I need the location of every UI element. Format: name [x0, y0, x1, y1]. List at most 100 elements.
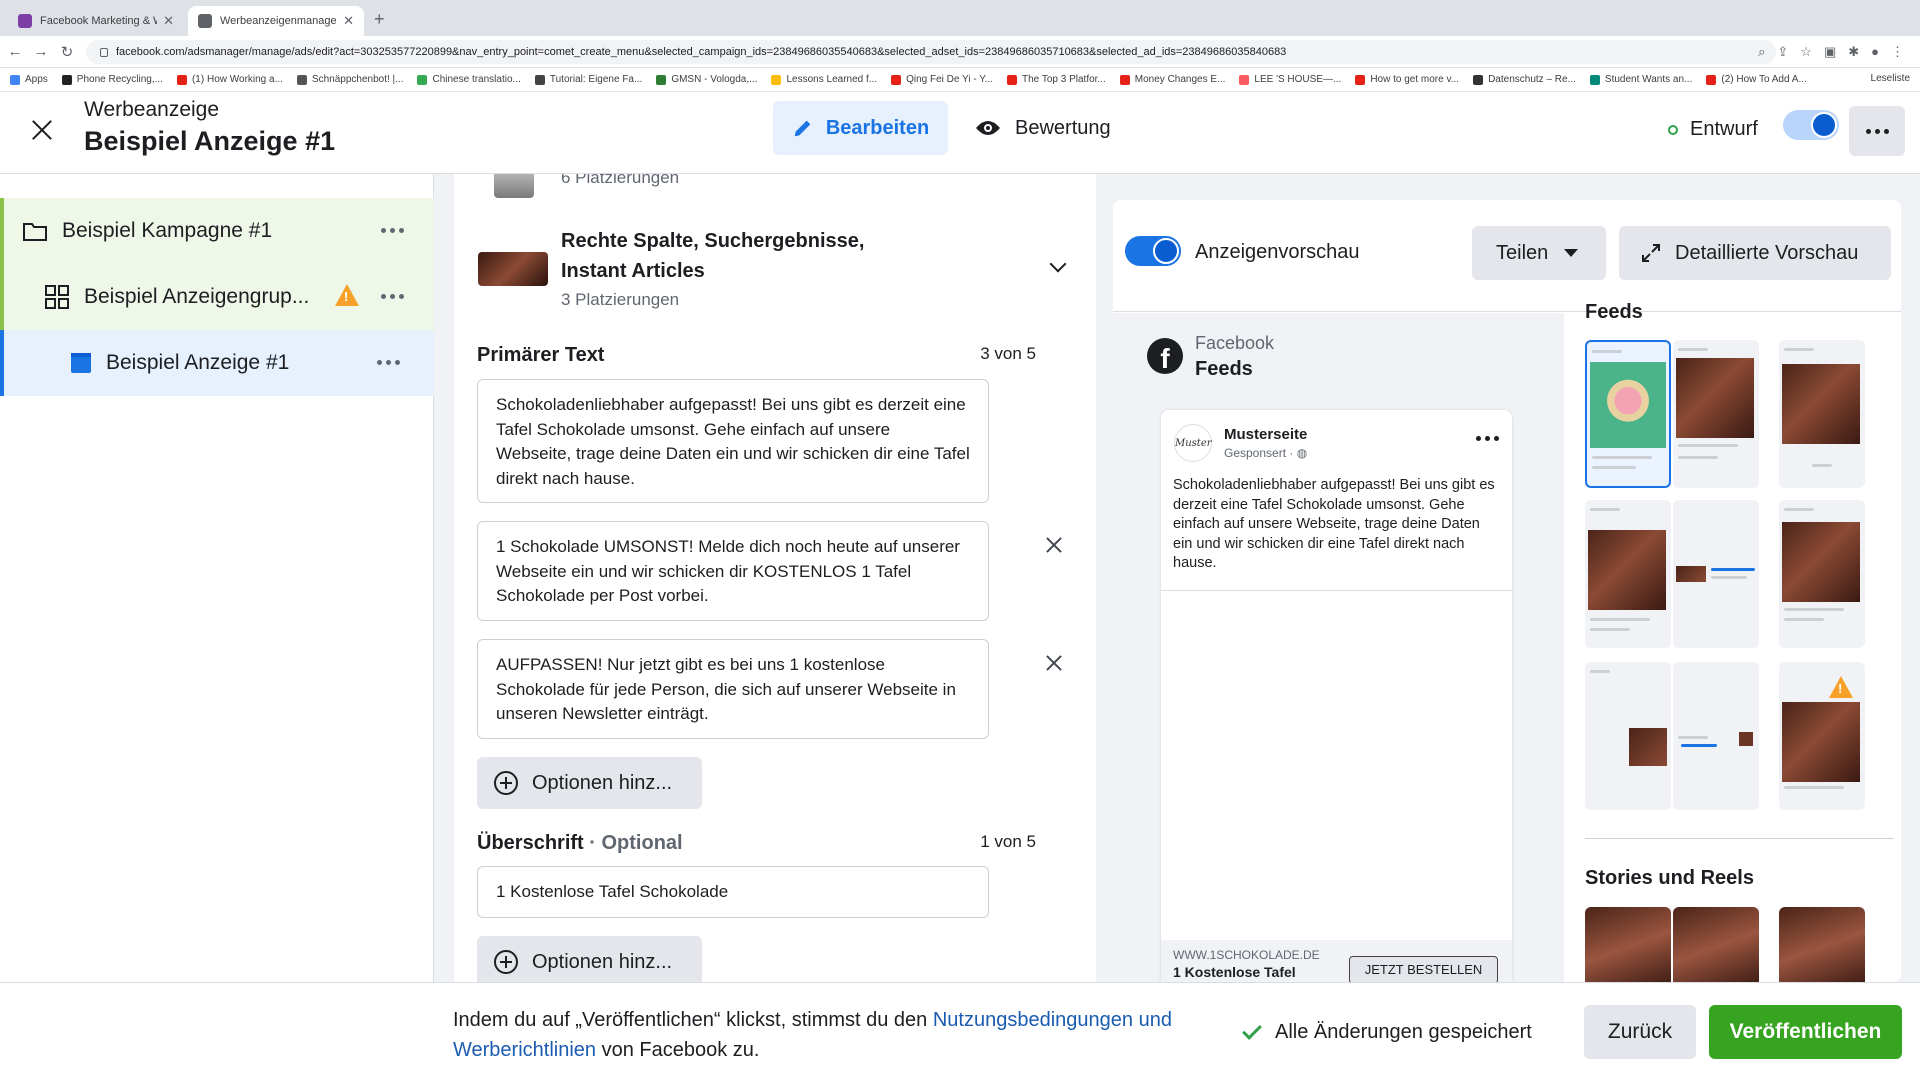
globe-icon: ◍	[1296, 446, 1308, 460]
bookmark-item[interactable]: LEE 'S HOUSE—...	[1239, 74, 1341, 85]
story-thumb[interactable]	[1585, 907, 1671, 982]
publish-footer: Indem du auf „Veröffentlichen“ klickst, …	[0, 982, 1920, 1080]
bookmark-item[interactable]: Phone Recycling,...	[61, 74, 163, 85]
page-title: Beispiel Anzeige #1	[84, 126, 336, 156]
back-arrow-icon[interactable]: ←	[4, 43, 26, 60]
share-icon[interactable]: ⇪	[1777, 44, 1788, 60]
remove-text-icon[interactable]	[1045, 536, 1063, 554]
cta-button[interactable]: JETZT BESTELLEN	[1349, 956, 1498, 982]
more-icon[interactable]	[377, 360, 400, 365]
url-bar[interactable]: facebook.com/adsmanager/manage/ads/edit?…	[86, 40, 1776, 64]
back-button[interactable]: Zurück	[1584, 1005, 1696, 1059]
extension-icon[interactable]: ▣	[1824, 44, 1836, 60]
placement-thumb[interactable]	[1585, 662, 1671, 810]
bookmark-item[interactable]: Datenschutz – Re...	[1473, 74, 1576, 85]
ad-preview-toggle[interactable]	[1125, 236, 1181, 266]
more-icon[interactable]	[381, 294, 404, 299]
forward-arrow-icon[interactable]: →	[30, 43, 52, 60]
bookmark-item[interactable]: Money Changes E...	[1119, 74, 1225, 85]
section-divider	[1585, 838, 1894, 839]
bookmark-item[interactable]: Lessons Learned f...	[771, 74, 877, 85]
reading-list[interactable]: Leseliste	[1871, 73, 1910, 84]
bookmark-item[interactable]: Apps	[10, 74, 48, 85]
bookmark-item[interactable]: (1) How Working a...	[176, 74, 283, 85]
placement-thumbnail	[494, 174, 534, 198]
ad-active-toggle[interactable]	[1783, 110, 1839, 140]
preview-header: Anzeigenvorschau Teilen Detaillierte Vor…	[1113, 200, 1901, 312]
tree-item-campaign[interactable]: Beispiel Kampagne #1	[0, 198, 434, 264]
primary-text-input-3[interactable]: AUFPASSEN! Nur jetzt gibt es bei uns 1 k…	[477, 639, 989, 739]
primary-text-input-1[interactable]: Schokoladenliebhaber aufgepasst! Bei uns…	[477, 379, 989, 503]
post-page-name: Musterseite	[1224, 426, 1308, 443]
apps-icon	[10, 74, 20, 85]
campaign-tree: Beispiel Kampagne #1 Beispiel Anzeigengr…	[0, 174, 434, 982]
bookmark-icon	[417, 74, 428, 85]
placement-thumb[interactable]	[1673, 340, 1759, 488]
reload-icon[interactable]: ↻	[56, 43, 78, 61]
tree-item-ad[interactable]: Beispiel Anzeige #1	[0, 330, 434, 396]
browser-tab-ads-manager[interactable]: Werbeanzeigenmanager - We… ✕	[188, 6, 364, 36]
new-tab-icon[interactable]: +	[374, 9, 385, 30]
placement-count: 3 Platzierungen	[561, 290, 680, 309]
preview-placement: Feeds	[1195, 358, 1253, 380]
bookmark-item[interactable]: How to get more v...	[1355, 74, 1459, 85]
expand-icon	[1642, 244, 1660, 262]
donut-image	[1590, 362, 1666, 448]
edit-button[interactable]: Bearbeiten	[773, 101, 948, 155]
tab-favicon-icon	[18, 14, 32, 28]
detailed-preview-button[interactable]: Detaillierte Vorschau	[1619, 226, 1891, 280]
publish-button[interactable]: Veröffentlichen	[1709, 1005, 1902, 1059]
add-primary-text-button[interactable]: Optionen hinz...	[477, 757, 702, 809]
placement-thumb[interactable]	[1673, 500, 1759, 648]
bookmark-icon	[296, 74, 307, 85]
bookmark-item[interactable]: (2) How To Add A...	[1706, 74, 1807, 85]
placement-thumb-selected[interactable]	[1585, 340, 1671, 488]
post-link-footer: WWW.1SCHOKOLADE.DE 1 Kostenlose Tafel JE…	[1161, 940, 1512, 982]
youtube-icon	[1355, 74, 1366, 85]
bookmark-item[interactable]: Chinese translatio...	[417, 74, 521, 85]
primary-text-input-2[interactable]: 1 Schokolade UMSONST! Melde dich noch he…	[477, 521, 989, 621]
headline-input[interactable]: 1 Kostenlose Tafel Schokolade	[477, 866, 989, 918]
caret-down-icon	[1564, 249, 1579, 257]
share-dropdown-button[interactable]: Teilen	[1472, 226, 1606, 280]
browser-tab-facebook-marketing[interactable]: Facebook Marketing & Werbe… ✕	[8, 6, 184, 36]
close-icon[interactable]	[28, 116, 56, 144]
story-thumb[interactable]	[1779, 907, 1865, 982]
placement-thumb-warning[interactable]	[1779, 662, 1865, 810]
more-icon[interactable]	[381, 228, 404, 233]
bookmark-item[interactable]: Schnäppchenbot! |...	[296, 74, 403, 85]
profile-icon[interactable]: ●	[1871, 44, 1879, 60]
url-text: facebook.com/adsmanager/manage/ads/edit?…	[116, 46, 1287, 58]
post-more-icon[interactable]	[1476, 436, 1499, 441]
placement-thumb[interactable]	[1585, 500, 1671, 648]
story-thumb[interactable]	[1673, 907, 1759, 982]
menu-icon[interactable]: ⋮	[1891, 44, 1904, 60]
review-button[interactable]: Bewertung	[975, 101, 1111, 155]
tab-close-icon[interactable]: ✕	[163, 13, 174, 29]
status-badge: Entwurf	[1668, 118, 1758, 141]
placement-thumb[interactable]	[1673, 662, 1759, 810]
zoom-icon[interactable]: ⌕	[1758, 44, 1765, 60]
tree-item-adset[interactable]: Beispiel Anzeigengrup...	[0, 264, 434, 330]
more-options-button[interactable]	[1849, 106, 1905, 156]
bookmark-item[interactable]: Tutorial: Eigene Fa...	[534, 74, 642, 85]
puzzle-icon[interactable]: ✱	[1848, 44, 1859, 60]
bookmark-icon	[1589, 74, 1600, 85]
plus-circle-icon	[494, 771, 518, 795]
placement-thumb[interactable]	[1779, 340, 1865, 488]
placement-thumb[interactable]	[1779, 500, 1865, 648]
avatar: Muster	[1174, 424, 1212, 462]
plus-circle-icon	[494, 950, 518, 974]
bookmark-item[interactable]: Student Wants an...	[1589, 74, 1692, 85]
add-headline-button[interactable]: Optionen hinz...	[477, 936, 702, 982]
post-text: Schokoladenliebhaber aufgepasst! Bei uns…	[1173, 477, 1495, 571]
tab-close-icon[interactable]: ✕	[343, 13, 354, 29]
star-icon[interactable]: ☆	[1800, 44, 1812, 60]
youtube-icon	[176, 74, 187, 85]
remove-text-icon[interactable]	[1045, 654, 1063, 672]
youtube-icon	[1706, 74, 1717, 85]
chevron-down-icon[interactable]	[1049, 255, 1067, 273]
bookmark-item[interactable]: The Top 3 Platfor...	[1007, 74, 1106, 85]
bookmark-item[interactable]: GMSN - Vologda,...	[656, 74, 757, 85]
bookmark-item[interactable]: Qing Fei De Yi - Y...	[891, 74, 993, 85]
